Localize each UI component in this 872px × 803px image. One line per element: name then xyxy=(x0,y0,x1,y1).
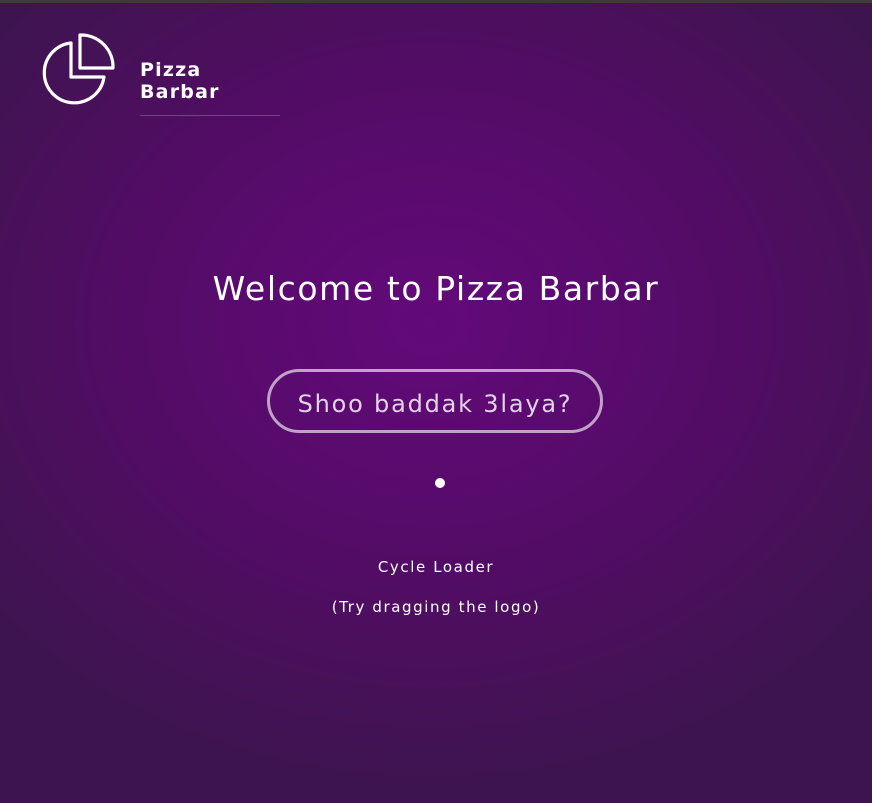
logo-svg xyxy=(42,33,115,105)
loader-dot xyxy=(435,478,445,488)
app-window: Pizza Barbar Welcome to Pizza Barbar Sho… xyxy=(0,0,872,803)
pie-chart-icon[interactable] xyxy=(36,33,116,113)
order-button[interactable]: Shoo baddak 3laya? xyxy=(267,369,603,433)
brand-name: Pizza Barbar xyxy=(140,59,280,116)
page-title: Welcome to Pizza Barbar xyxy=(212,269,660,308)
main-stage: Pizza Barbar Welcome to Pizza Barbar Sho… xyxy=(0,3,872,803)
drag-hint: (Try dragging the logo) xyxy=(331,598,541,616)
loader-label: Cycle Loader xyxy=(377,558,495,576)
